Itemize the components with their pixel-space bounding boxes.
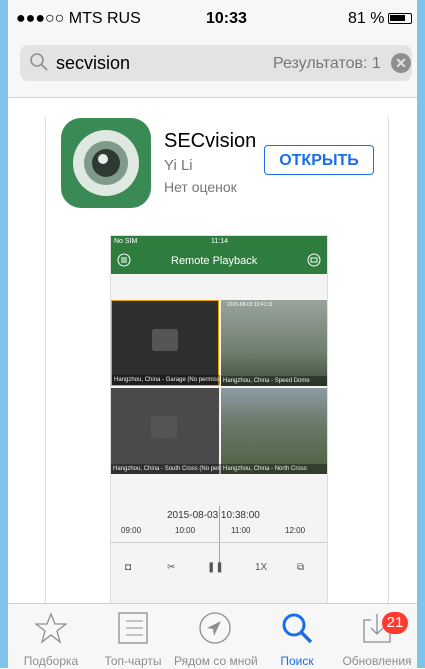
camera-tile-south-cross: Hangzhou, China - South Cross (No permis… <box>111 388 221 474</box>
battery-percent: 81 % <box>348 10 385 27</box>
tile-timestamp: 2015-08-03 10:41:11 <box>227 302 274 308</box>
app-screenshot[interactable]: No SIM 11:14 Remote Playback Hangzhou, C… <box>110 235 328 607</box>
tab-label: Подборка <box>23 654 79 668</box>
camera-tile-garage: Hangzhou, China - Garage (No permission) <box>111 300 220 386</box>
tile-caption: Hangzhou, China - Speed Dome <box>221 376 327 386</box>
fullscreen-icon: ⧉ <box>297 562 305 573</box>
tab-updates[interactable]: 21 Обновления <box>336 604 418 669</box>
star-icon <box>34 612 68 649</box>
tick-label: 10:00 <box>175 526 196 535</box>
results-count: Результатов: 1 <box>273 55 381 72</box>
tab-featured[interactable]: Подборка <box>10 604 92 669</box>
magnifier-icon <box>30 53 48 76</box>
loading-icon <box>152 329 178 351</box>
speed-label: 1X <box>255 562 268 573</box>
carrier-label: ●●●○○ MTS RUS <box>16 10 141 27</box>
preview-carrier: No SIM <box>114 238 138 245</box>
camera-tile-speed-dome: 2015-08-03 10:41:11 Hangzhou, China - Sp… <box>221 300 327 386</box>
tab-search[interactable]: Поиск <box>256 604 338 669</box>
pause-icon: ❚❚ <box>207 562 224 573</box>
clock: 10:33 <box>206 10 247 27</box>
preview-status-bar: No SIM 11:14 <box>111 236 327 248</box>
scissors-icon: ✂ <box>167 562 176 573</box>
tab-label: Рядом со мной <box>174 654 258 668</box>
app-name[interactable]: SECvision <box>164 130 256 153</box>
open-button[interactable]: ОТКРЫТЬ <box>264 145 374 175</box>
preview-time: 11:14 <box>211 238 228 245</box>
playback-toolbar: ◘ ✂ ❚❚ 1X ⧉ <box>111 558 327 582</box>
search-query[interactable]: secvision <box>56 53 130 74</box>
app-result-card[interactable]: SECvision Yi Li Нет оценок ОТКРЫТЬ No SI… <box>45 117 389 607</box>
search-icon <box>281 612 313 649</box>
tile-caption: Hangzhou, China - North Cross <box>221 464 327 474</box>
search-header: secvision Результатов: 1 ✕ <box>8 38 417 98</box>
tick-label: 11:00 <box>231 526 251 535</box>
left-edge <box>0 0 8 668</box>
tab-bar: Подборка Топ-чарты Рядом со мной Поиск 2… <box>8 603 417 669</box>
preview-nav-bar: Remote Playback <box>111 248 327 274</box>
tick-label: 12:00 <box>285 526 306 535</box>
playback-datetime: 2015-08-03 10:38:00 <box>167 510 260 521</box>
loading-icon <box>151 416 177 438</box>
preview-title: Remote Playback <box>171 255 258 267</box>
app-developer: Yi Li <box>164 157 193 174</box>
camera-tile-north-cross: Hangzhou, China - North Cross <box>221 388 327 474</box>
tick-label: 09:00 <box>121 526 142 535</box>
app-icon[interactable] <box>61 118 151 208</box>
search-input[interactable]: secvision Результатов: 1 ✕ <box>20 45 412 81</box>
updates-badge: 21 <box>382 612 408 634</box>
tab-label: Поиск <box>280 654 314 668</box>
camera-grid-icon <box>307 253 321 270</box>
battery-icon <box>388 13 412 24</box>
tab-top-charts[interactable]: Топ-чарты <box>92 604 174 669</box>
tile-caption: Hangzhou, China - Garage (No permission) <box>112 375 220 385</box>
timeline-marker <box>219 506 220 566</box>
menu-icon <box>117 253 131 270</box>
app-rating: Нет оценок <box>164 179 237 195</box>
clear-icon[interactable]: ✕ <box>391 53 411 73</box>
status-bar: ●●●○○ MTS RUS 10:33 81 % <box>8 0 417 38</box>
list-icon <box>118 612 148 649</box>
tab-label: Топ-чарты <box>104 654 162 668</box>
location-icon <box>199 612 231 649</box>
right-edge <box>417 0 425 668</box>
tile-caption: Hangzhou, China - South Cross (No permis… <box>111 464 221 474</box>
tab-near-me[interactable]: Рядом со мной <box>174 604 258 669</box>
timeline-track <box>111 542 327 543</box>
snapshot-icon: ◘ <box>125 562 132 573</box>
tab-label: Обновления <box>342 654 412 668</box>
